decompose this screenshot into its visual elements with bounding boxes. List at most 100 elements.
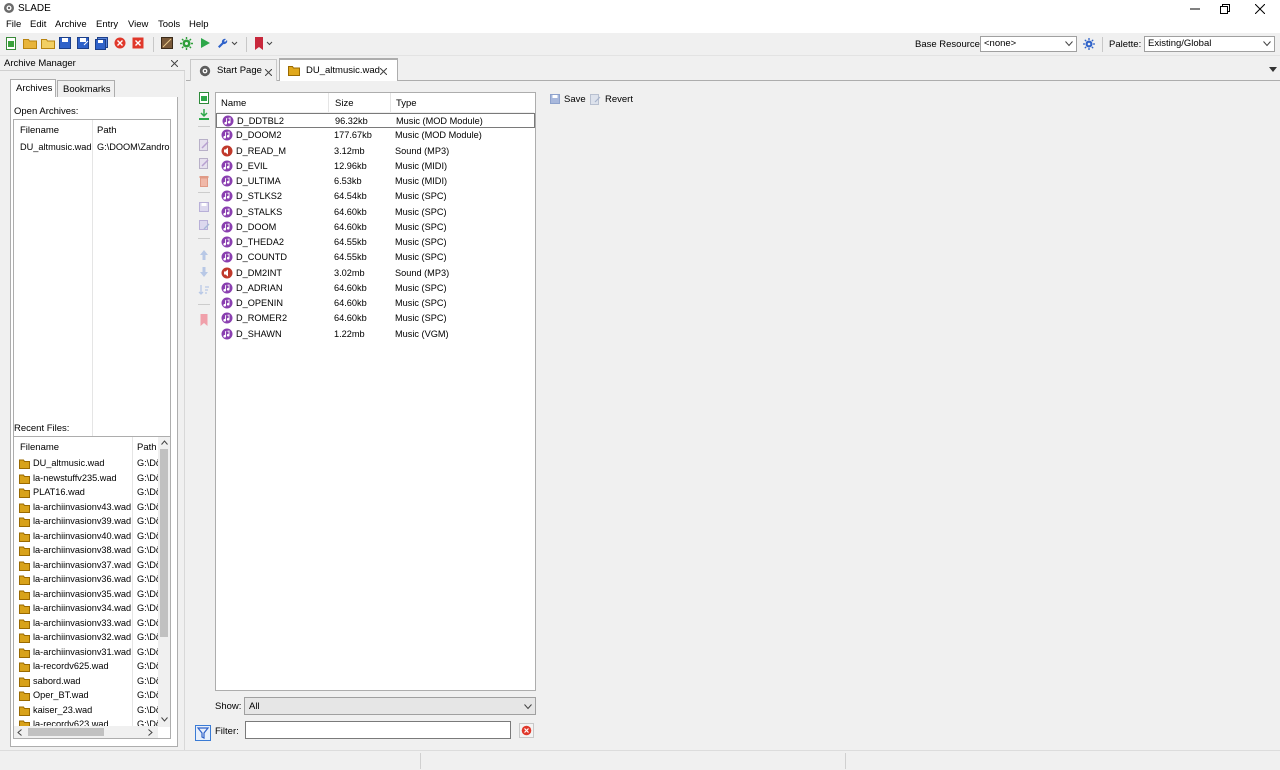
recent-file-row[interactable]: la-archiinvasionv43.wad G:\Dö bbox=[14, 501, 158, 515]
tab-list-dropdown-icon[interactable] bbox=[1269, 67, 1277, 72]
menu-view[interactable]: View bbox=[128, 19, 148, 30]
delete-entry-button[interactable] bbox=[198, 175, 210, 187]
scroll-up-icon[interactable] bbox=[161, 440, 168, 445]
save-all-button[interactable] bbox=[95, 37, 109, 51]
scroll-thumb[interactable] bbox=[28, 728, 104, 736]
scroll-left-icon[interactable] bbox=[17, 729, 22, 736]
scroll-thumb[interactable] bbox=[160, 449, 168, 637]
entry-row[interactable]: D_ULTIMA 6.53kb Music (MIDI) bbox=[216, 174, 535, 189]
column-header-type[interactable]: Type bbox=[396, 98, 417, 109]
recent-files-hscrollbar[interactable] bbox=[14, 726, 158, 738]
base-resource-select[interactable]: <none> bbox=[980, 36, 1077, 52]
recent-file-row[interactable]: la-archiinvasionv31.wad G:\Dö bbox=[14, 646, 158, 660]
entry-row[interactable]: D_EVIL 12.96kb Music (MIDI) bbox=[216, 159, 535, 174]
menu-help[interactable]: Help bbox=[189, 19, 209, 30]
base-resource-settings-button[interactable] bbox=[1083, 38, 1097, 52]
export-entry-button[interactable] bbox=[198, 201, 210, 213]
run-button[interactable] bbox=[199, 37, 213, 51]
sort-button[interactable] bbox=[198, 284, 210, 296]
close-archive-button[interactable] bbox=[114, 37, 128, 51]
open-dir-button[interactable] bbox=[41, 37, 55, 51]
entry-row[interactable]: D_STALKS 64.60kb Music (SPC) bbox=[216, 205, 535, 220]
show-select[interactable]: All bbox=[244, 697, 536, 715]
entry-row[interactable]: D_READ_M 3.12mb Sound (MP3) bbox=[216, 144, 535, 159]
scroll-right-icon[interactable] bbox=[148, 729, 153, 736]
open-archive-row[interactable]: DU_altmusic.wad G:\DOOM\Zandro bbox=[14, 141, 170, 155]
rename-entry-button[interactable] bbox=[198, 139, 210, 151]
recent-file-row[interactable]: la-archiinvasionv37.wad G:\Dö bbox=[14, 559, 158, 573]
save-entry-button[interactable]: Save bbox=[550, 92, 586, 106]
restore-button[interactable] bbox=[1208, 0, 1242, 18]
new-archive-button[interactable] bbox=[5, 37, 19, 51]
menu-tools[interactable]: Tools bbox=[158, 19, 180, 30]
bookmarks-dropdown-button[interactable] bbox=[254, 37, 276, 51]
revert-entry-button[interactable]: Revert bbox=[590, 92, 633, 106]
recent-file-row[interactable]: la-archiinvasionv39.wad G:\Dö bbox=[14, 515, 158, 529]
save-as-button[interactable] bbox=[77, 37, 91, 51]
recent-file-row[interactable]: la-archiinvasionv32.wad G:\Dö bbox=[14, 631, 158, 645]
tab-archives[interactable]: Archives bbox=[10, 79, 56, 98]
close-tab-icon[interactable] bbox=[265, 69, 272, 76]
entry-row[interactable]: D_THEDA2 64.55kb Music (SPC) bbox=[216, 235, 535, 250]
recent-file-row[interactable]: kaiser_23.wad G:\Dö bbox=[14, 704, 158, 718]
recent-file-row[interactable]: la-archiinvasionv33.wad G:\Dö bbox=[14, 617, 158, 631]
filter-toggle-button[interactable] bbox=[195, 725, 211, 741]
export-as-button[interactable] bbox=[198, 219, 210, 231]
map-editor-button[interactable] bbox=[180, 37, 194, 51]
entry-row[interactable]: D_DOOM2 177.67kb Music (MOD Module) bbox=[216, 128, 535, 143]
import-entry-button[interactable] bbox=[198, 109, 210, 121]
recent-file-row[interactable]: la-archiinvasionv35.wad G:\Dö bbox=[14, 588, 158, 602]
column-header-path[interactable]: Path bbox=[137, 442, 157, 453]
minimize-button[interactable] bbox=[1178, 0, 1212, 18]
menu-entry[interactable]: Entry bbox=[96, 19, 118, 30]
close-tab-icon[interactable] bbox=[380, 68, 387, 75]
column-header-filename[interactable]: Filename bbox=[20, 125, 59, 136]
clear-filter-button[interactable] bbox=[519, 723, 534, 738]
bookmark-entry-button[interactable] bbox=[198, 314, 210, 326]
entry-row[interactable]: D_SHAWN 1.22mb Music (VGM) bbox=[216, 327, 535, 342]
entry-row[interactable]: D_ROMER2 64.60kb Music (SPC) bbox=[216, 311, 535, 326]
recent-file-row[interactable]: la-recordv625.wad G:\Dö bbox=[14, 660, 158, 674]
close-button[interactable] bbox=[1243, 0, 1277, 18]
column-header-path[interactable]: Path bbox=[97, 125, 117, 136]
rename-all-button[interactable] bbox=[198, 157, 210, 169]
column-header-filename[interactable]: Filename bbox=[20, 442, 59, 453]
close-all-button[interactable] bbox=[132, 37, 146, 51]
recent-file-row[interactable]: la-newstuffv235.wad G:\Dö bbox=[14, 472, 158, 486]
close-panel-icon[interactable] bbox=[171, 60, 178, 67]
tab-du-altmusic[interactable]: DU_altmusic.wad bbox=[279, 58, 398, 81]
menu-archive[interactable]: Archive bbox=[55, 19, 87, 30]
recent-file-row[interactable]: sabord.wad G:\Dö bbox=[14, 675, 158, 689]
entry-row[interactable]: D_STLKS2 64.54kb Music (SPC) bbox=[216, 189, 535, 204]
column-header-size[interactable]: Size bbox=[335, 98, 353, 109]
texture-editor-button[interactable] bbox=[161, 37, 175, 51]
tab-start-page[interactable]: Start Page bbox=[190, 59, 277, 81]
recent-files-vscrollbar[interactable] bbox=[158, 437, 170, 727]
recent-file-row[interactable]: DU_altmusic.wad G:\Dö bbox=[14, 457, 158, 471]
filter-input[interactable] bbox=[245, 721, 511, 739]
recent-file-row[interactable]: la-archiinvasionv40.wad G:\Dö bbox=[14, 530, 158, 544]
recent-file-row[interactable]: la-archiinvasionv36.wad G:\Dö bbox=[14, 573, 158, 587]
menu-edit[interactable]: Edit bbox=[30, 19, 46, 30]
menu-file[interactable]: File bbox=[6, 19, 21, 30]
recent-file-row[interactable]: la-archiinvasionv34.wad G:\Dö bbox=[14, 602, 158, 616]
move-up-button[interactable] bbox=[198, 249, 210, 261]
tools-dropdown-button[interactable] bbox=[217, 37, 239, 51]
column-header-name[interactable]: Name bbox=[221, 98, 246, 109]
open-archive-button[interactable] bbox=[23, 37, 37, 51]
entry-row[interactable]: D_DM2INT 3.02mb Sound (MP3) bbox=[216, 266, 535, 281]
recent-file-row[interactable]: Oper_BT.wad G:\Dö bbox=[14, 689, 158, 703]
entry-row[interactable]: D_OPENIN 64.60kb Music (SPC) bbox=[216, 296, 535, 311]
palette-select[interactable]: Existing/Global bbox=[1144, 36, 1275, 52]
recent-file-row[interactable]: PLAT16.wad G:\Dö bbox=[14, 486, 158, 500]
tab-bookmarks[interactable]: Bookmarks bbox=[57, 80, 115, 98]
entry-row[interactable]: D_ADRIAN 64.60kb Music (SPC) bbox=[216, 281, 535, 296]
new-entry-button[interactable] bbox=[198, 92, 210, 104]
entry-row[interactable]: D_DDTBL2 96.32kb Music (MOD Module) bbox=[216, 113, 535, 128]
recent-file-row[interactable]: la-archiinvasionv38.wad G:\Dö bbox=[14, 544, 158, 558]
entry-row[interactable]: D_DOOM 64.60kb Music (SPC) bbox=[216, 220, 535, 235]
move-down-button[interactable] bbox=[198, 266, 210, 278]
entry-row[interactable]: D_COUNTD 64.55kb Music (SPC) bbox=[216, 250, 535, 265]
scroll-down-icon[interactable] bbox=[161, 717, 168, 722]
save-archive-button[interactable] bbox=[59, 37, 73, 51]
